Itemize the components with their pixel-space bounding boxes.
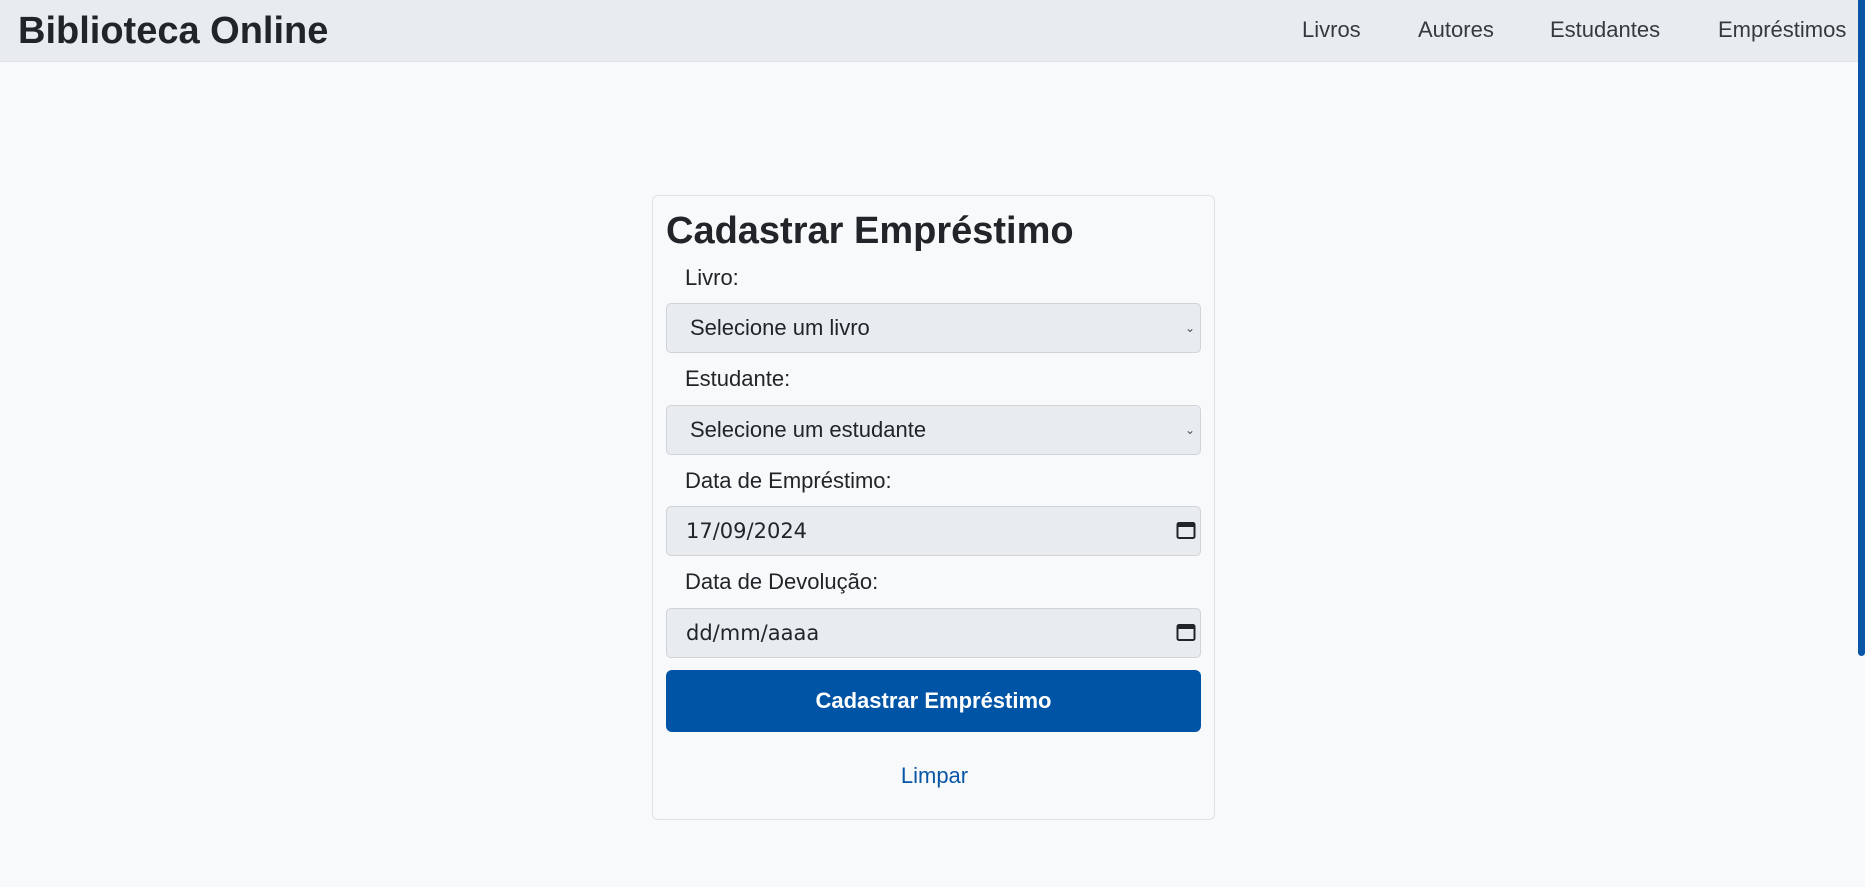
data-devolucao-label: Data de Devolução:	[685, 569, 879, 594]
calendar-icon[interactable]	[1176, 622, 1196, 642]
form-title: Cadastrar Empréstimo	[666, 210, 1074, 252]
nav-link-livros[interactable]: Livros	[1302, 16, 1361, 44]
livro-select[interactable]: Selecione um livro ⌄	[666, 303, 1201, 353]
brand-title[interactable]: Biblioteca Online	[18, 8, 328, 54]
data-emprestimo-input[interactable]: 17/09/2024	[666, 506, 1201, 556]
estudante-select-value: Selecione um estudante	[690, 417, 927, 442]
clear-link[interactable]: Limpar	[653, 762, 1216, 790]
chevron-down-icon: ⌄	[1184, 321, 1195, 335]
submit-loan-button[interactable]: Cadastrar Empréstimo	[666, 670, 1201, 732]
chevron-down-icon: ⌄	[1184, 423, 1195, 437]
nav-link-estudantes[interactable]: Estudantes	[1550, 16, 1660, 44]
loan-form-card: Cadastrar Empréstimo Livro: Selecione um…	[652, 195, 1215, 820]
data-devolucao-input[interactable]: dd/mm/aaaa	[666, 608, 1201, 658]
estudante-select[interactable]: Selecione um estudante ⌄	[666, 405, 1201, 455]
vertical-scrollbar[interactable]	[1858, 0, 1865, 656]
livro-select-value: Selecione um livro	[690, 315, 870, 340]
calendar-icon[interactable]	[1176, 520, 1196, 540]
data-emprestimo-label: Data de Empréstimo:	[685, 468, 892, 493]
estudante-label: Estudante:	[685, 366, 791, 391]
livro-label: Livro:	[685, 265, 739, 290]
nav-link-autores[interactable]: Autores	[1418, 16, 1494, 44]
top-navbar: Biblioteca Online Livros Autores Estudan…	[0, 0, 1865, 62]
nav-link-emprestimos[interactable]: Empréstimos	[1718, 16, 1846, 44]
data-devolucao-value: dd/mm/aaaa	[686, 621, 820, 645]
data-emprestimo-value: 17/09/2024	[686, 519, 808, 543]
